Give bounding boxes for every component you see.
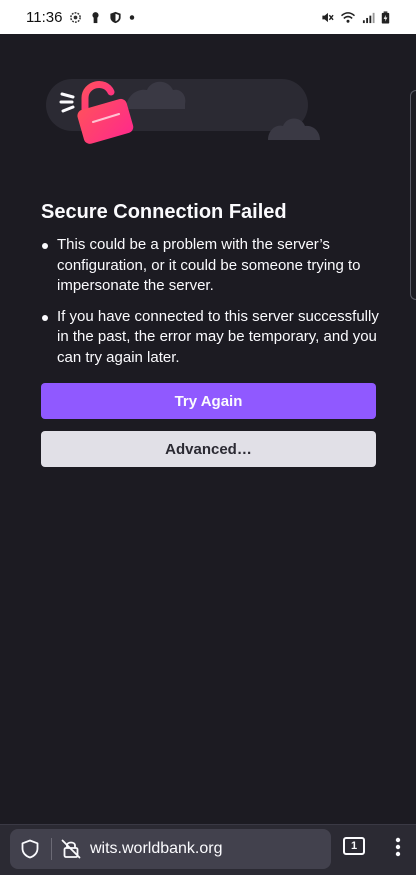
address-divider bbox=[51, 838, 52, 860]
try-again-button[interactable]: Try Again bbox=[41, 383, 376, 419]
status-time: 11:36 bbox=[26, 8, 63, 26]
url-text[interactable]: wits.worldbank.org bbox=[90, 840, 223, 858]
advanced-button[interactable]: Advanced… bbox=[41, 431, 376, 467]
wifi-icon bbox=[341, 11, 355, 23]
more-options-icon[interactable] bbox=[388, 835, 408, 859]
signal-icon bbox=[362, 12, 375, 23]
battery-charging-icon bbox=[381, 10, 390, 24]
keyhole-icon bbox=[92, 11, 100, 23]
status-right bbox=[321, 10, 390, 24]
tab-count: 1 bbox=[350, 840, 358, 852]
dot-icon bbox=[130, 14, 135, 20]
tab-counter-button[interactable]: 1 bbox=[343, 837, 365, 855]
list-item: If you have connected to this server suc… bbox=[41, 307, 381, 369]
list-item: This could be a problem with the server’… bbox=[41, 235, 381, 297]
page-title: Secure Connection Failed bbox=[41, 201, 287, 223]
status-bar: 11:36 bbox=[0, 0, 416, 34]
edge-panel-handle[interactable] bbox=[410, 90, 416, 300]
status-left: 11:36 bbox=[26, 9, 135, 26]
address-bar[interactable]: wits.worldbank.org bbox=[10, 829, 331, 869]
browser-toolbar: wits.worldbank.org 1 bbox=[0, 824, 416, 875]
shield-icon bbox=[110, 11, 122, 23]
settings-gear-icon bbox=[70, 11, 82, 23]
mute-icon bbox=[322, 12, 334, 22]
tracking-protection-shield-icon[interactable] bbox=[19, 838, 41, 860]
insecure-lock-icon[interactable] bbox=[60, 838, 82, 860]
connection-failed-illustration bbox=[46, 79, 320, 144]
reasons-list: This could be a problem with the server’… bbox=[41, 235, 381, 378]
error-page: Secure Connection Failed This could be a… bbox=[0, 34, 416, 824]
